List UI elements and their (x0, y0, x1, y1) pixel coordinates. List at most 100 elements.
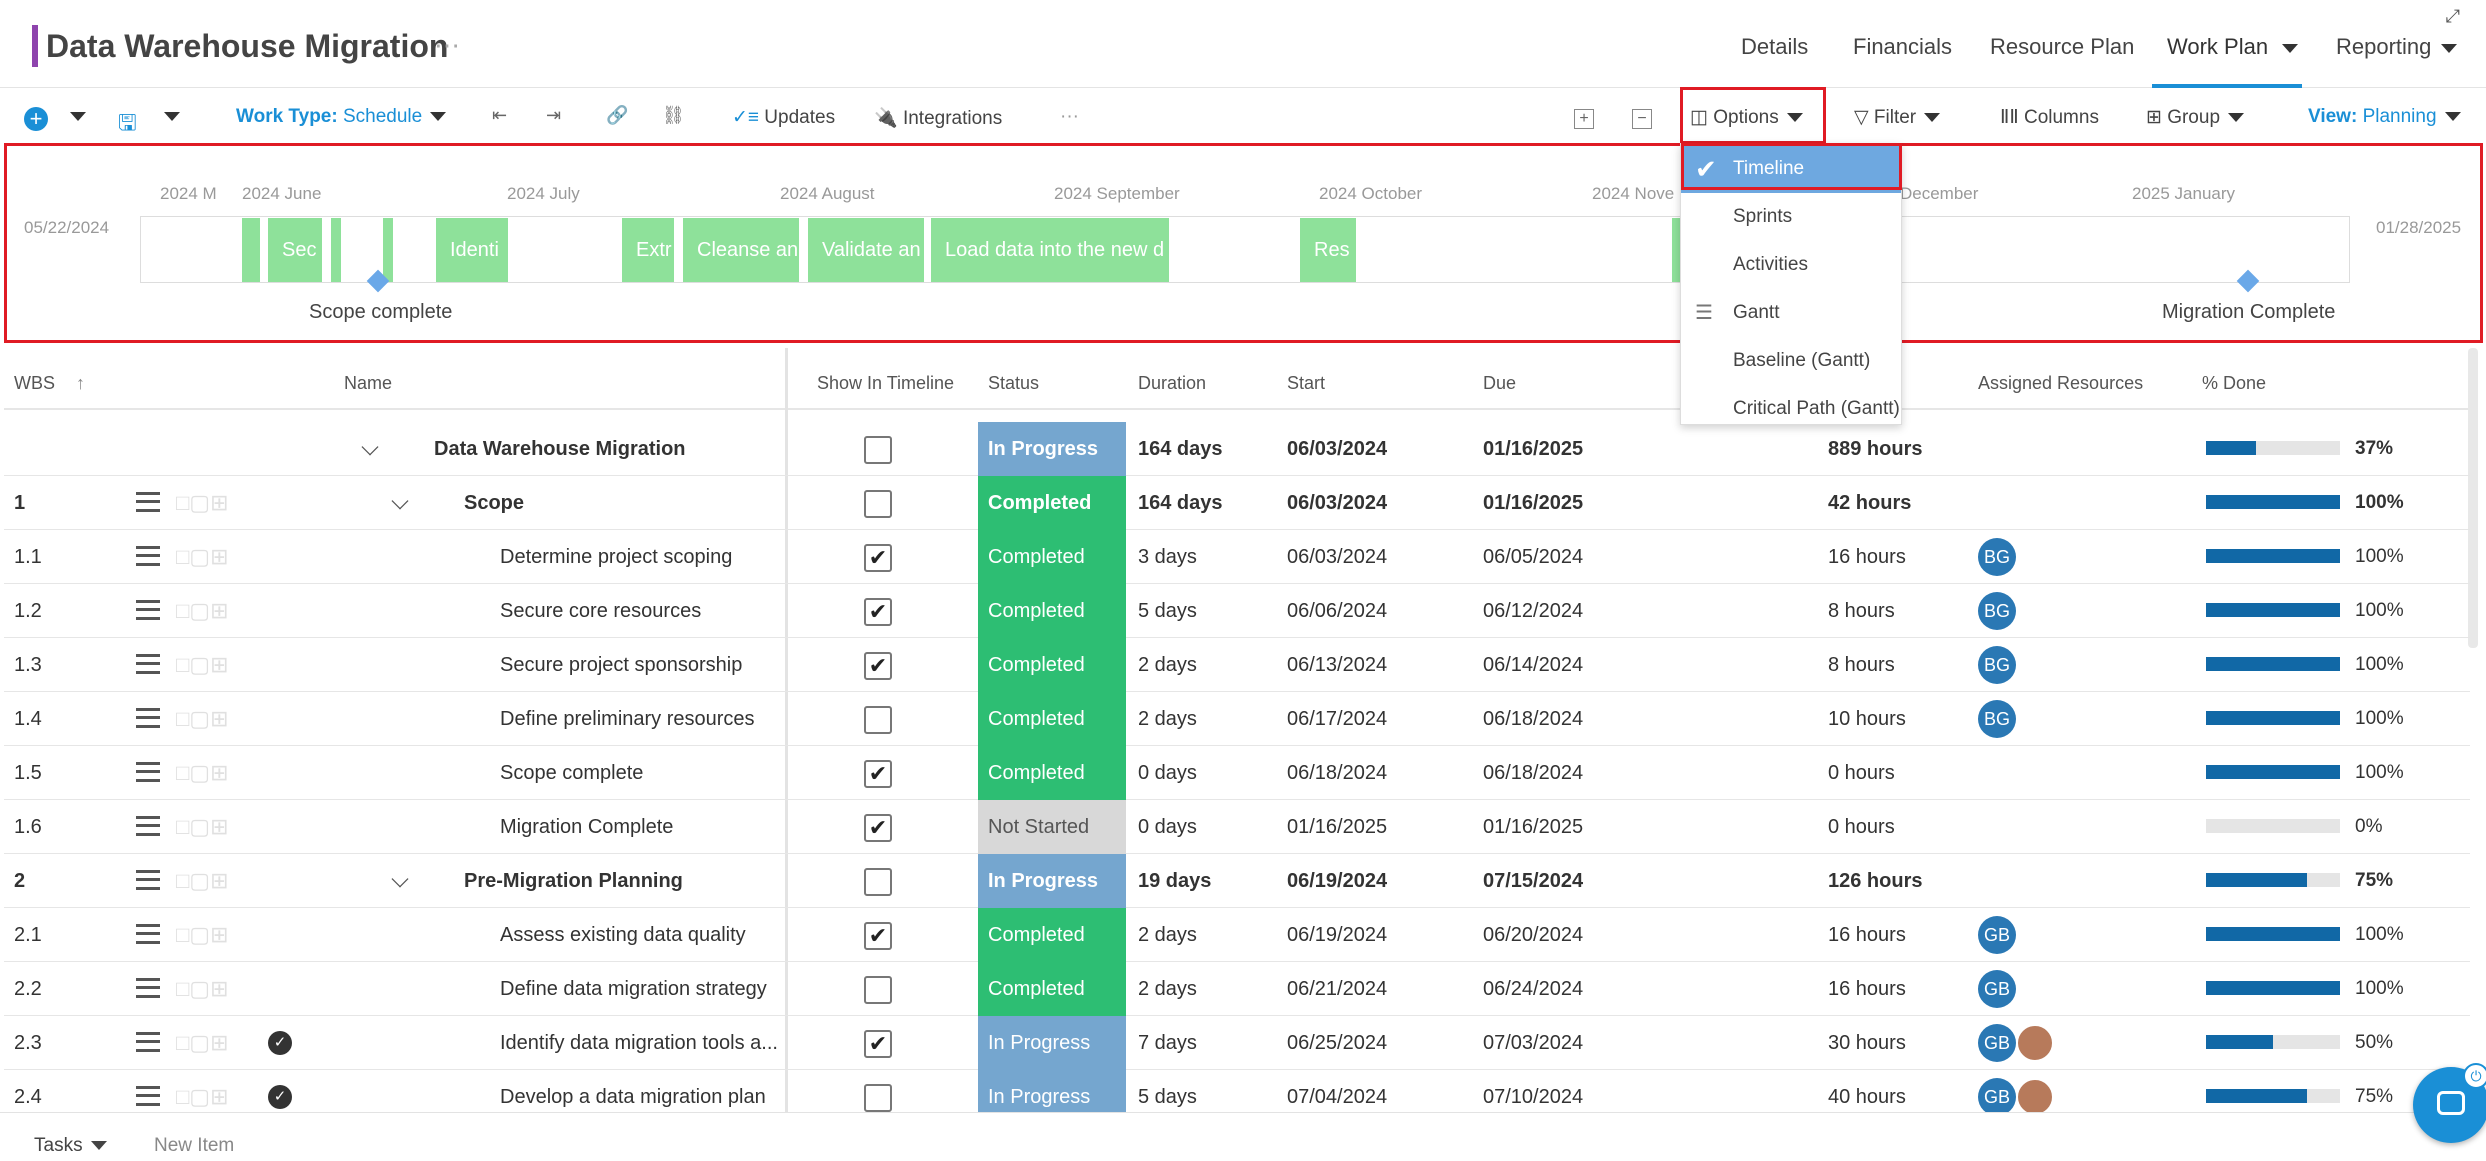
nav-details[interactable]: Details (1741, 34, 1808, 60)
timeline-bar[interactable]: Sec (268, 218, 322, 282)
row-menu-icon[interactable] (136, 708, 160, 728)
cell-duration[interactable]: 19 days (1138, 854, 1211, 908)
cell-duration[interactable]: 3 days (1138, 530, 1197, 584)
table-row[interactable]: Data Warehouse Migration In Progress 164 d… (4, 422, 2470, 476)
row-menu-icon[interactable] (136, 762, 160, 782)
sort-up-icon[interactable]: ↑ (76, 373, 85, 393)
status-badge[interactable]: Completed (978, 692, 1126, 746)
view-selector[interactable]: View: Planning (2308, 106, 2461, 128)
table-row[interactable]: 1.4 □▢⊞ Define preliminary resources Comple… (4, 692, 2470, 746)
cell-duration[interactable]: 7 days (1138, 1016, 1197, 1070)
row-menu-icon[interactable] (136, 1086, 160, 1106)
timeline-checkbox[interactable]: ✔ (864, 544, 892, 572)
timeline-checkbox[interactable] (864, 1084, 892, 1112)
cell-due[interactable]: 01/16/2025 (1483, 800, 1583, 854)
timeline-checkbox[interactable] (864, 976, 892, 1004)
cell-duration[interactable]: 164 days (1138, 476, 1223, 530)
row-action-icons[interactable]: □▢⊞ (176, 544, 229, 570)
row-action-icons[interactable]: □▢⊞ (176, 868, 229, 894)
nav-reporting[interactable]: Reporting (2336, 34, 2458, 60)
work-type-selector[interactable]: Work Type: Schedule (236, 106, 447, 128)
columns-button[interactable]: ⅡⅡ Columns (2000, 106, 2099, 129)
table-row[interactable]: 2.3 □▢⊞ ✓ Identify data migration tools a..… (4, 1016, 2470, 1070)
cell-start[interactable]: 06/03/2024 (1287, 476, 1387, 530)
cell-due[interactable]: 06/24/2024 (1483, 962, 1583, 1016)
save-dropdown[interactable] (156, 106, 180, 128)
integrations-button[interactable]: 🔌 Integrations (874, 106, 1002, 130)
cell-duration[interactable]: 5 days (1138, 584, 1197, 638)
row-action-icons[interactable]: □▢⊞ (176, 1084, 229, 1110)
cell-due[interactable]: 01/16/2025 (1483, 476, 1583, 530)
avatar-photo[interactable] (2016, 1078, 2054, 1116)
timeline-bar[interactable]: Extr (622, 218, 674, 282)
chevron-down-icon[interactable] (361, 438, 379, 456)
cell-due[interactable]: 06/12/2024 (1483, 584, 1583, 638)
row-menu-icon[interactable] (136, 492, 160, 512)
cell-work[interactable]: 126 hours (1828, 854, 1922, 908)
timeline-checkbox[interactable] (864, 868, 892, 896)
table-row[interactable]: 2.2 □▢⊞ Define data migration strategy Comp… (4, 962, 2470, 1016)
timeline-bar[interactable] (242, 218, 260, 282)
cell-work[interactable]: 0 hours (1828, 800, 1895, 854)
cell-start[interactable]: 06/21/2024 (1287, 962, 1387, 1016)
timeline-checkbox[interactable]: ✔ (864, 760, 892, 788)
avatar[interactable]: BG (1978, 592, 2016, 630)
timeline-checkbox[interactable]: ✔ (864, 1030, 892, 1058)
timeline-checkbox[interactable] (864, 436, 892, 464)
table-row[interactable]: 1.6 □▢⊞ Migration Complete ✔ Not Started 0 da… (4, 800, 2470, 854)
row-menu-icon[interactable] (136, 654, 160, 674)
timeline-bar[interactable]: Cleanse an (683, 218, 799, 282)
avatar[interactable]: GB (1978, 1024, 2016, 1062)
chevron-down-icon[interactable] (391, 870, 409, 888)
tasks-dropdown[interactable]: Tasks (34, 1135, 107, 1157)
avatar[interactable]: GB (1978, 916, 2016, 954)
cell-duration[interactable]: 0 days (1138, 746, 1197, 800)
cell-name[interactable]: Pre-Migration Planning (464, 854, 780, 908)
status-badge[interactable]: In Progress (978, 422, 1126, 476)
col-assigned-resources[interactable]: Assigned Resources (1978, 373, 2143, 394)
cell-due[interactable]: 06/05/2024 (1483, 530, 1583, 584)
cell-name[interactable]: Secure core resources (500, 584, 780, 638)
outdent-icon[interactable]: ⇤ (492, 105, 518, 127)
status-badge[interactable]: Completed (978, 638, 1126, 692)
menu-item-sprints[interactable]: Sprints (1681, 193, 1901, 241)
status-badge[interactable]: Completed (978, 962, 1126, 1016)
assistant-button[interactable]: ⏻ (2413, 1063, 2486, 1143)
row-menu-icon[interactable] (136, 1032, 160, 1052)
cell-start[interactable]: 06/19/2024 (1287, 908, 1387, 962)
collapse-all-icon[interactable]: − (1632, 109, 1652, 129)
cell-work[interactable]: 8 hours (1828, 638, 1895, 692)
cell-due[interactable]: 07/15/2024 (1483, 854, 1583, 908)
status-badge[interactable]: Completed (978, 584, 1126, 638)
row-menu-icon[interactable] (136, 924, 160, 944)
col-duration[interactable]: Duration (1138, 373, 1206, 394)
cell-due[interactable]: 06/14/2024 (1483, 638, 1583, 692)
cell-start[interactable]: 06/06/2024 (1287, 584, 1387, 638)
title-more-icon[interactable]: ⋯ (434, 30, 461, 61)
col-due[interactable]: Due (1483, 373, 1516, 394)
power-icon[interactable]: ⏻ (2463, 1063, 2486, 1089)
cell-start[interactable]: 06/25/2024 (1287, 1016, 1387, 1070)
more-toolbar-icon[interactable]: ··· (1060, 106, 1079, 128)
cell-start[interactable]: 06/13/2024 (1287, 638, 1387, 692)
cell-start[interactable]: 01/16/2025 (1287, 800, 1387, 854)
cell-name[interactable]: Identify data migration tools a... (500, 1016, 780, 1070)
new-item-button[interactable]: New Item (154, 1135, 234, 1157)
nav-work-plan[interactable]: Work Plan (2167, 34, 2299, 60)
row-action-icons[interactable]: □▢⊞ (176, 652, 229, 678)
row-action-icons[interactable]: □▢⊞ (176, 706, 229, 732)
menu-item-activities[interactable]: Activities (1681, 241, 1901, 289)
col-show-in-timeline[interactable]: Show In Timeline (817, 373, 954, 394)
row-menu-icon[interactable] (136, 870, 160, 890)
timeline-bar[interactable] (383, 218, 393, 282)
timeline-bar[interactable] (331, 218, 341, 282)
cell-start[interactable]: 06/17/2024 (1287, 692, 1387, 746)
cell-name[interactable]: Scope (464, 476, 780, 530)
group-button[interactable]: ⊞ Group (2146, 106, 2245, 129)
cell-name[interactable]: Assess existing data quality (500, 908, 780, 962)
cell-duration[interactable]: 0 days (1138, 800, 1197, 854)
row-action-icons[interactable]: □▢⊞ (176, 598, 229, 624)
timeline-bar[interactable] (1672, 218, 1680, 282)
cell-due[interactable]: 07/03/2024 (1483, 1016, 1583, 1070)
table-row[interactable]: 1.2 □▢⊞ Secure core resources ✔ Completed 5 d… (4, 584, 2470, 638)
